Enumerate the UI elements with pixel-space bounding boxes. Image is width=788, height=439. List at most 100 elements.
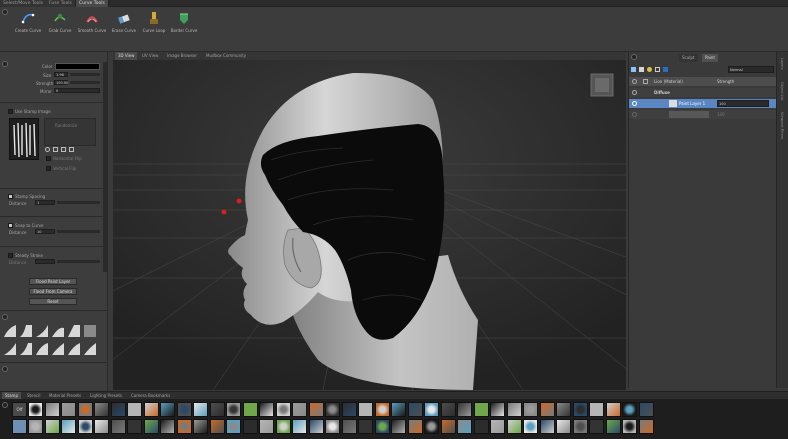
stamp-thumbnail[interactable]: [358, 419, 373, 434]
stamp-thumbnail[interactable]: [176, 419, 192, 434]
stamp-thumbnail[interactable]: [61, 419, 76, 434]
tab-layers-side[interactable]: Layers: [780, 58, 784, 70]
stamp-thumbnail[interactable]: [539, 419, 555, 434]
reset-button[interactable]: Reset: [29, 298, 77, 305]
diffuse-channel-row[interactable]: Diffuse: [629, 88, 777, 97]
stamp-thumbnail[interactable]: [94, 419, 109, 434]
stamp-thumbnail[interactable]: [589, 419, 604, 434]
stamp-selected[interactable]: [12, 419, 27, 434]
layers-options-icon[interactable]: [631, 54, 637, 60]
stamp-thumbnail[interactable]: [622, 419, 637, 434]
stamp-thumbnail[interactable]: [44, 419, 60, 434]
stamp-thumbnail[interactable]: [374, 419, 390, 434]
stamp-thumbnail[interactable]: [556, 402, 571, 417]
stamp-thumbnail[interactable]: [176, 402, 192, 417]
stamp-thumbnail[interactable]: [358, 402, 373, 417]
rotate-icon[interactable]: [45, 147, 50, 152]
blend-mode-dropdown[interactable]: Normal: [728, 66, 774, 73]
tab-mudbox-community[interactable]: Mudbox Community: [203, 52, 249, 60]
paint-layer-row[interactable]: Paint Layer 1 100: [629, 99, 777, 108]
layer-mask-icon[interactable]: [663, 67, 668, 72]
tab-object-list[interactable]: Object List: [780, 82, 784, 101]
grab-curve-button[interactable]: Grab Curve: [44, 11, 76, 43]
material-row[interactable]: Lion (Material) Strength: [629, 77, 777, 86]
stamp-thumbnail[interactable]: [160, 419, 175, 434]
light-icon[interactable]: [647, 67, 652, 72]
stamp-thumbnail[interactable]: [160, 402, 175, 417]
base-layer-row[interactable]: 100: [629, 110, 777, 119]
stamp-thumbnail[interactable]: [490, 419, 505, 434]
size-slider[interactable]: [70, 73, 100, 76]
tray-options-icon[interactable]: [2, 9, 8, 15]
stamp-thumbnail[interactable]: [209, 419, 225, 434]
stamp-thumbnail[interactable]: [275, 419, 291, 434]
stamp-thumbnail[interactable]: [440, 402, 456, 417]
stamp-thumbnail[interactable]: [638, 419, 654, 434]
fit-icon[interactable]: [53, 147, 58, 152]
visibility-icon[interactable]: [632, 90, 637, 95]
stamp-thumbnail[interactable]: [308, 419, 324, 434]
stamp-thumbnail[interactable]: [506, 402, 522, 417]
stamp-thumbnail[interactable]: [143, 402, 159, 417]
steady-distance-slider[interactable]: [57, 260, 100, 263]
strength-field[interactable]: 100.00: [54, 80, 68, 85]
stamp-thumbnail[interactable]: [440, 419, 456, 434]
stamp-thumbnail[interactable]: [622, 402, 637, 417]
layer-settings-icon[interactable]: [655, 67, 660, 72]
stamp-thumbnail[interactable]: [292, 402, 307, 417]
steady-stroke-checkbox[interactable]: [8, 253, 13, 258]
tab-paint[interactable]: Paint: [702, 54, 718, 62]
spacing-distance-slider[interactable]: [57, 201, 100, 204]
stamp-thumbnail[interactable]: [193, 419, 208, 434]
stamp-thumbnail[interactable]: [523, 419, 538, 434]
stamp-thumbnail[interactable]: [341, 402, 357, 417]
stamp-thumbnail[interactable]: [424, 402, 439, 417]
snap-distance-field[interactable]: 10: [35, 229, 55, 234]
stamp-thumbnail[interactable]: [292, 419, 307, 434]
visibility-icon[interactable]: [632, 79, 637, 84]
stamp-thumbnail[interactable]: [110, 419, 126, 434]
horizontal-flip-checkbox[interactable]: [46, 156, 51, 161]
stamp-thumbnail[interactable]: [127, 402, 142, 417]
stamp-preview[interactable]: [9, 118, 39, 160]
stamp-thumbnail[interactable]: [308, 402, 324, 417]
duplicate-layer-icon[interactable]: [639, 67, 644, 72]
stamp-thumbnail[interactable]: [143, 419, 159, 434]
stamp-thumbnail[interactable]: [589, 402, 604, 417]
stamp-thumbnail[interactable]: [572, 402, 588, 417]
stamp-thumbnail[interactable]: [605, 402, 621, 417]
stamp-thumbnail[interactable]: [556, 419, 571, 434]
tab-3d-view[interactable]: 3D View: [115, 52, 138, 60]
stamp-thumbnail[interactable]: [473, 419, 489, 434]
stamp-thumbnail[interactable]: [275, 402, 291, 417]
erase-curve-button[interactable]: Erase Curve: [108, 11, 140, 43]
stamp-thumbnail[interactable]: [325, 419, 340, 434]
new-layer-icon[interactable]: [631, 67, 636, 72]
visibility-icon[interactable]: [632, 101, 637, 106]
steady-distance-field[interactable]: [35, 259, 55, 264]
stamp-thumbnail[interactable]: [638, 402, 654, 417]
stamp-thumbnail[interactable]: [605, 419, 621, 434]
stamp-thumbnail[interactable]: [457, 402, 472, 417]
panel-options-icon[interactable]: [2, 61, 8, 67]
stamp-thumbnail[interactable]: [226, 419, 241, 434]
strength-slider[interactable]: [70, 81, 100, 84]
layer-opacity-field[interactable]: 100: [717, 100, 769, 107]
stamp-thumbnail[interactable]: [391, 419, 406, 434]
stamp-thumbnail[interactable]: [28, 402, 43, 417]
snap-to-curve-checkbox[interactable]: [8, 223, 13, 228]
checker-icon[interactable]: [69, 147, 74, 152]
stamp-thumbnail[interactable]: [28, 419, 43, 434]
shelf-options-icon[interactable]: [2, 402, 8, 408]
stamp-thumbnail[interactable]: [490, 402, 505, 417]
lower-panel-options-icon[interactable]: [2, 366, 8, 372]
stamp-thumbnail[interactable]: [523, 402, 538, 417]
curve-loop-button[interactable]: Curve Loop: [138, 11, 170, 43]
stamp-thumbnail[interactable]: [193, 402, 208, 417]
tab-uv-view[interactable]: UV View: [139, 52, 161, 60]
stamp-thumbnail[interactable]: [424, 419, 439, 434]
stamp-thumbnail[interactable]: [209, 402, 225, 417]
tab-viewport-filters[interactable]: Viewport Filters: [780, 112, 784, 139]
stamp-thumbnail[interactable]: [94, 402, 109, 417]
flood-paint-layer-button[interactable]: Flood Paint Layer: [29, 278, 77, 285]
